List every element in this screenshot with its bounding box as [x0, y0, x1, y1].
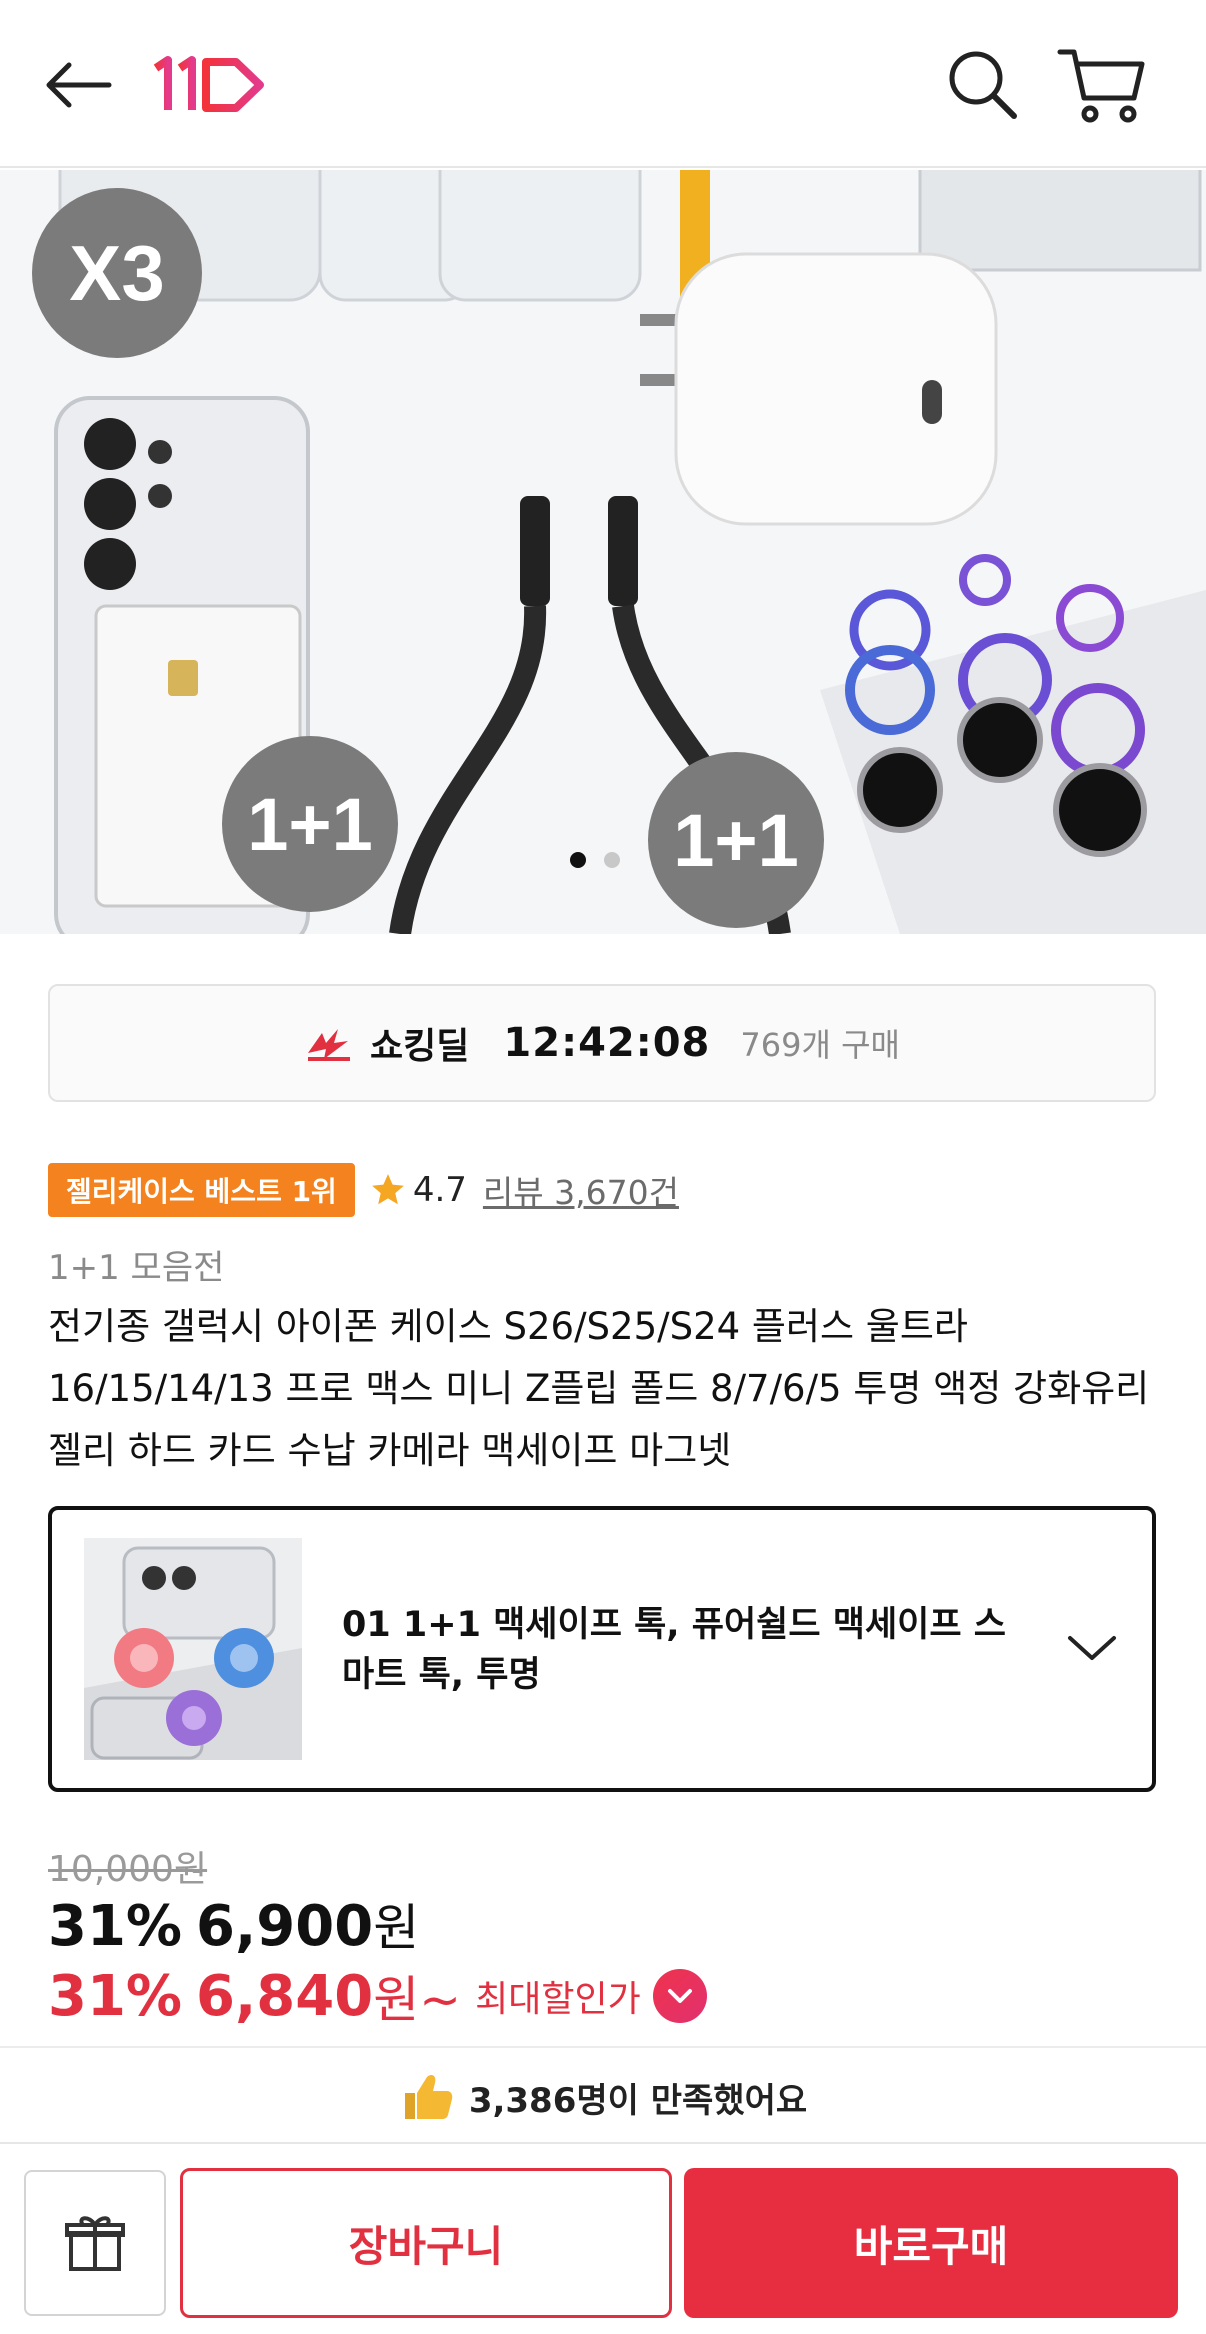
chevron-down-icon [1068, 1636, 1116, 1660]
sale-price-row: 31% 6,900 원 [48, 1888, 419, 1960]
original-price: 10,000원 [48, 1849, 208, 1890]
search-button[interactable] [942, 44, 1022, 124]
review-count-link[interactable]: 리뷰 3,670건 [483, 1166, 679, 1214]
max-discount-percent: 31% [48, 1963, 183, 2029]
best-badge: 젤리케이스 베스트 1위 [48, 1163, 355, 1217]
option-thumbnail [84, 1538, 302, 1760]
bundle-badge-2: 1+1 [648, 752, 824, 928]
search-icon [949, 51, 1017, 119]
bundle-badge-1: 1+1 [222, 736, 398, 912]
satisfaction-banner: 3,386명이 만족했어요 [0, 2062, 1206, 2132]
gift-icon [65, 2216, 125, 2271]
carousel-dot-active[interactable] [570, 852, 586, 868]
option-selector[interactable]: 01 1+1 맥세이프 톡, 퓨어쉴드 맥세이프 스마트 톡, 투명 [48, 1506, 1156, 1792]
section-divider [0, 2046, 1206, 2048]
back-button[interactable] [38, 50, 118, 120]
deal-sold-count: 769개 구매 [740, 1026, 900, 1064]
top-header [0, 0, 1206, 168]
carousel-indicator [570, 852, 620, 868]
selected-option: 01 1+1 맥세이프 톡, 퓨어쉴드 맥세이프 스마트 톡, 투명 [342, 1605, 1006, 1695]
chevron-down-icon [667, 1989, 692, 2003]
product-category: 1+1 모음전 [48, 1248, 225, 1288]
product-image-carousel[interactable]: X3 1+1 1+1 [0, 170, 1206, 934]
carousel-dot[interactable] [604, 852, 620, 868]
star-icon [371, 1174, 404, 1205]
sale-price-unit: 원 [373, 1899, 420, 1957]
thumbs-up-icon [404, 2075, 453, 2119]
max-discount-row[interactable]: 31% 6,840 원~ 최대할인가 [48, 1960, 707, 2032]
discount-percent: 31% [48, 1894, 183, 1959]
max-discount-price: 6,840 [196, 1963, 374, 2029]
shocking-deal-bar[interactable]: 쇼킹딜 12:42:08 769개 구매 [48, 984, 1156, 1102]
cart-button[interactable] [1056, 42, 1148, 126]
satisfaction-text: 3,386명이 만족했어요 [468, 2080, 808, 2121]
cart-icon [1057, 49, 1145, 123]
bottom-action-bar: 장바구니 바로구매 [0, 2142, 1206, 2334]
gift-button[interactable] [24, 2170, 166, 2316]
arrow-left-icon [46, 62, 112, 108]
product-title: 전기종 갤럭시 아이폰 케이스 S26/S25/S24 플러스 울트라 16/1… [48, 1305, 1150, 1472]
shocking-deal-icon [308, 1029, 351, 1061]
buy-now-button[interactable]: 바로구매 [684, 2168, 1178, 2318]
deal-label: 쇼킹딜 [370, 1026, 470, 1067]
product-meta-row: 젤리케이스 베스트 1위 4.7 리뷰 3,670건 [48, 1162, 679, 1218]
deal-timer: 12:42:08 [503, 1020, 711, 1066]
max-discount-unit: 원~ [373, 1971, 462, 2029]
sale-price: 6,900 [196, 1894, 374, 1959]
quantity-badge-x3: X3 [32, 188, 202, 358]
max-discount-expand-button[interactable] [652, 1969, 707, 2023]
11st-logo[interactable] [150, 48, 270, 120]
max-discount-label: 최대할인가 [475, 1979, 641, 2020]
rating-value: 4.7 [412, 1170, 467, 1210]
add-to-cart-button[interactable]: 장바구니 [180, 2168, 672, 2318]
